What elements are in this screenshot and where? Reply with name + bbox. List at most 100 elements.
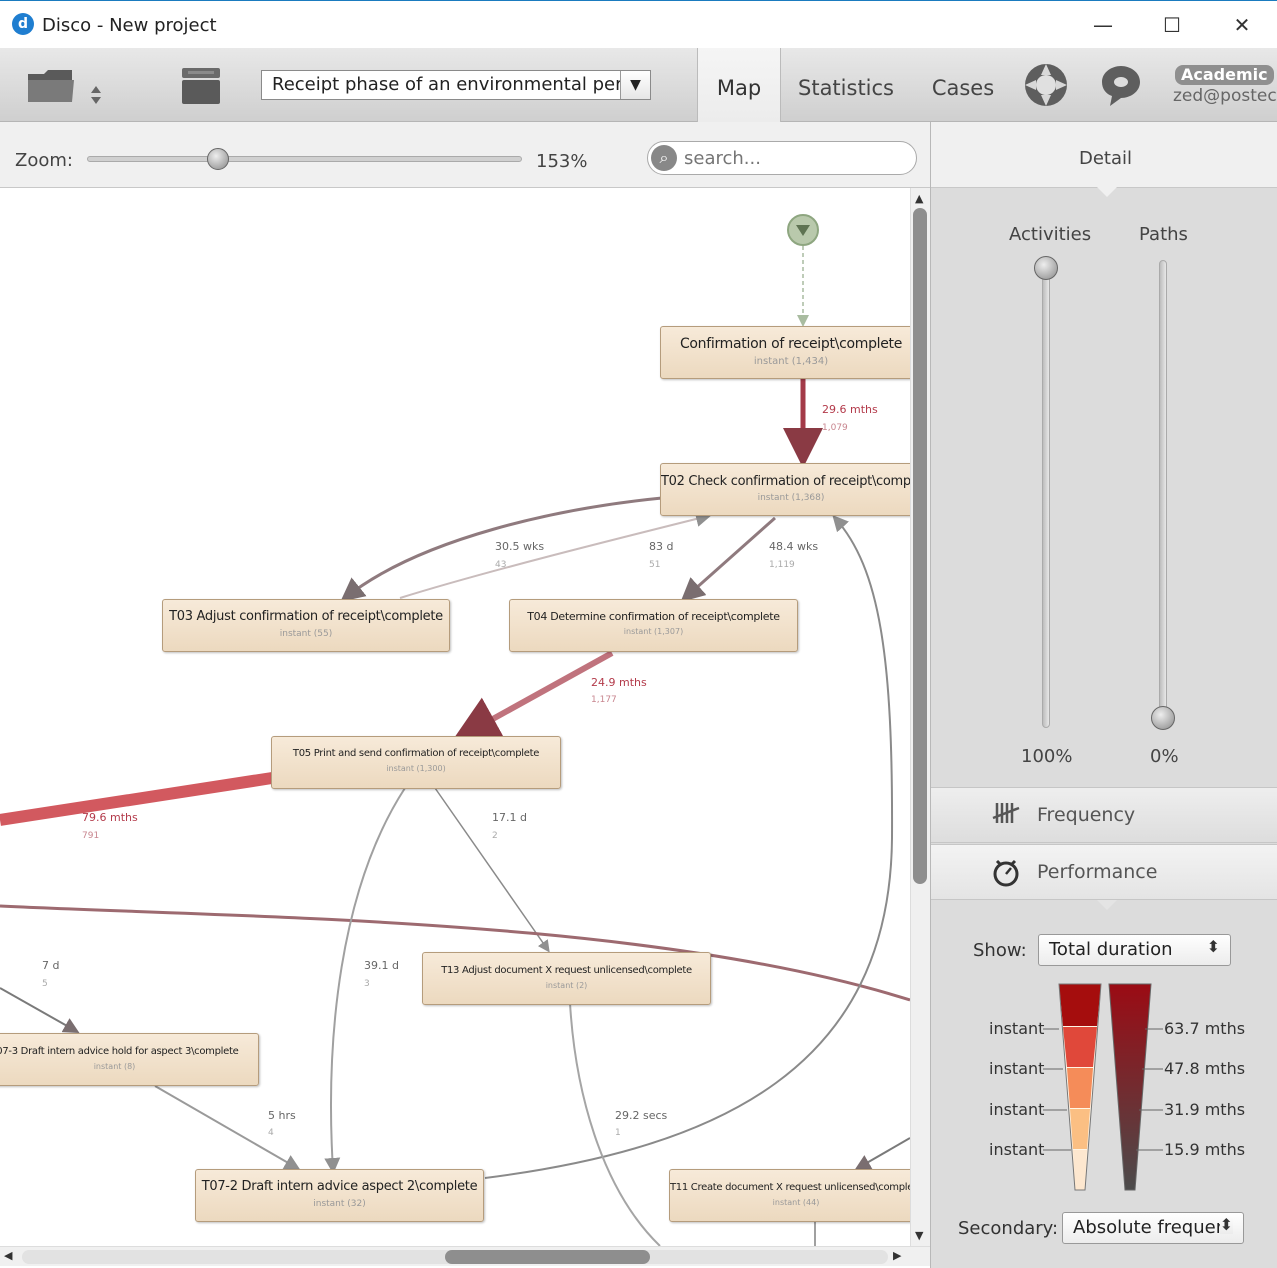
zoom-slider-track[interactable] [87,156,522,162]
legend-left-label: instant [989,1059,1045,1078]
archive-icon[interactable] [180,66,222,110]
secondary-label: Secondary: [958,1218,1059,1239]
user-email: zed@postech [1173,86,1277,106]
edge-duration-label: 7 d [42,959,60,972]
edge-e8 [0,987,80,1033]
edge-e3 [399,511,712,599]
tab-statistics[interactable]: Statistics [790,48,902,122]
paths-slider-knob[interactable] [1151,706,1175,730]
activity-title: T07-2 Draft intern advice aspect 2\compl… [201,1179,478,1194]
activity-stats: instant (2) [545,981,588,990]
edge-count-label: 3 [364,979,370,989]
edge-duration-label: 30.5 wks [495,540,545,553]
scroll-right-arrow-icon[interactable]: ▶ [893,1249,901,1262]
frequency-mode-button[interactable]: Frequency [931,787,1277,843]
activity-node[interactable]: T07-3 Draft intern advice hold for aspec… [0,1033,259,1086]
detail-pointer [1097,187,1117,197]
scroll-down-arrow-icon[interactable]: ▼ [915,1229,923,1242]
secondary-metric-dropdown[interactable]: Absolute frequen ⬍ [1062,1212,1244,1244]
frequency-label: Frequency [1037,804,1136,826]
activity-title: T05 Print and send confirmation of recei… [292,748,540,759]
activity-stats: instant (1,307) [623,627,684,636]
tally-marks-icon [991,800,1021,832]
sort-arrows-icon[interactable] [88,84,104,110]
vertical-scrollbar[interactable]: ▲ ▼ [910,188,930,1246]
edge-duration-label: 79.6 mths [82,811,138,824]
legend-right-label: 31.9 mths [1164,1100,1246,1119]
edge-e10 [154,1085,301,1171]
edge-count-label: 43 [495,560,507,570]
activity-title: Confirmation of receipt\complete [679,336,903,352]
edge-duration-label: 24.9 mths [591,676,647,689]
activity-stats: instant (44) [772,1198,820,1207]
activity-node[interactable]: T13 Adjust document X request unlicensed… [422,952,711,1005]
search-box[interactable]: ⌕ [647,141,917,175]
activity-node[interactable]: T04 Determine confirmation of receipt\co… [509,599,798,652]
paths-slider-track[interactable] [1159,260,1167,728]
help-lifebuoy-icon[interactable] [1022,61,1070,113]
zoom-value: 153% [536,151,588,172]
chevron-down-icon[interactable]: ▼ [620,71,650,99]
edge-duration-label: 83 d [649,540,674,553]
edge-duration-label: 5 hrs [268,1109,296,1122]
activity-stats: instant (1,300) [386,764,446,773]
search-input[interactable] [684,148,904,169]
dataset-dropdown[interactable]: Receipt phase of an environmental per...… [261,70,651,100]
zoom-bar: Zoom: 153% ⌕ [0,122,930,188]
scroll-left-arrow-icon[interactable]: ◀ [4,1249,12,1262]
activity-stats: instant (8) [93,1062,136,1071]
edge-duration-label: 17.1 d [492,811,527,824]
edge-count-label: 1,079 [822,423,848,433]
activity-stats: instant (1,434) [753,356,829,367]
legend-left-label: instant [989,1100,1045,1119]
minimize-button[interactable]: — [1083,9,1123,41]
activity-title: T13 Adjust document X request unlicensed… [441,965,692,976]
activity-node[interactable]: T03 Adjust confirmation of receipt\compl… [162,599,450,652]
main-toolbar: Receipt phase of an environmental per...… [0,48,1277,123]
dataset-name: Receipt phase of an environmental per... [272,74,639,95]
detail-header: Detail [931,122,1277,188]
close-button[interactable]: ✕ [1222,9,1262,41]
performance-mode-button[interactable]: Performance [931,844,1277,900]
select-arrows-icon: ⬍ [1219,1215,1233,1234]
folder-icon[interactable] [26,66,76,110]
legend-left-label: instant [989,1019,1045,1038]
performance-options: Show: Total duration ⬍ instant instant i… [931,900,1277,1268]
activity-node[interactable]: T07-2 Draft intern advice aspect 2\compl… [195,1169,484,1222]
legend-right-label: 63.7 mths [1164,1019,1246,1038]
tab-cases[interactable]: Cases [920,48,1006,122]
activity-node[interactable]: T05 Print and send confirmation of recei… [271,736,561,789]
activity-title: T03 Adjust confirmation of receipt\compl… [169,609,443,624]
horizontal-scroll-thumb[interactable] [445,1250,650,1264]
activity-title: T07-3 Draft intern advice hold for aspec… [0,1046,239,1057]
stopwatch-icon [991,857,1021,893]
paths-value: 0% [1150,746,1179,767]
activities-slider-knob[interactable] [1034,256,1058,280]
performance-label: Performance [1037,861,1158,883]
feedback-bug-icon[interactable] [1098,64,1144,112]
tab-map[interactable]: Map [697,48,781,123]
process-map-canvas[interactable]: Confirmation of receipt\complete instant… [0,188,910,1246]
maximize-button[interactable]: ☐ [1152,9,1192,41]
activities-slider-track[interactable] [1042,260,1050,728]
edge-to-t11 [854,1137,910,1170]
edge-duration-label: 48.4 wks [769,540,819,553]
activity-node[interactable]: T11 Create document X request unlicensed… [669,1169,910,1222]
activity-node[interactable]: T02 Check confirmation of receipt\comple… [660,463,910,516]
vertical-scroll-thumb[interactable] [913,208,927,884]
edge-count-label: 2 [492,831,498,841]
activity-title: T04 Determine confirmation of receipt\co… [527,610,780,623]
performance-pointer [1097,900,1117,910]
edge-duration-label: 39.1 d [364,959,399,972]
zoom-slider-knob[interactable] [206,148,229,170]
detail-label: Detail [1079,148,1133,169]
window-title: Disco - New project [42,15,217,36]
scroll-up-arrow-icon[interactable]: ▲ [915,192,923,205]
secondary-metric-value: Absolute frequen [1073,1217,1228,1238]
edge-e11 [569,1002,661,1246]
activity-stats: instant (32) [313,1199,366,1209]
activity-node[interactable]: Confirmation of receipt\complete instant… [660,326,910,379]
edge-e4 [680,516,776,602]
horizontal-scrollbar[interactable]: ◀ ▶ [0,1246,930,1266]
activity-stats: instant (1,368) [757,493,825,503]
